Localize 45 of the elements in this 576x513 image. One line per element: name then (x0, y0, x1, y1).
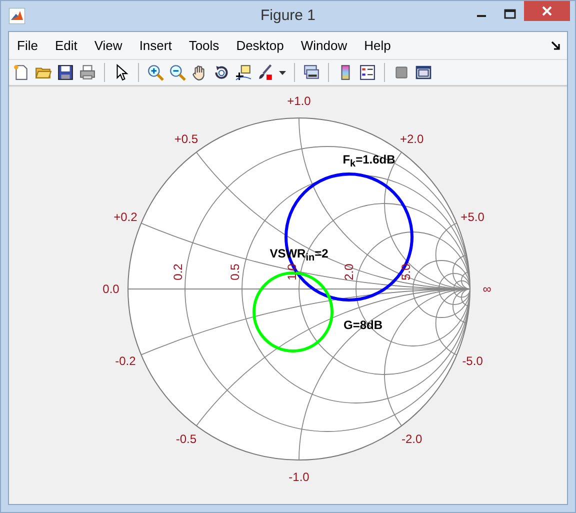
menu-item[interactable]: Help (364, 38, 391, 53)
circle-label: F$_{k}$=1.6dB (342, 152, 396, 170)
brush-icon[interactable] (257, 64, 274, 81)
save-icon[interactable] (57, 64, 74, 81)
legend-icon[interactable] (359, 64, 376, 81)
window-icon[interactable] (415, 64, 432, 81)
resistance-label: 5.0 (399, 264, 413, 280)
circle-label: G=8dB (344, 318, 382, 332)
menu-item[interactable]: Window (300, 38, 348, 53)
menu-item[interactable]: Tools (188, 38, 220, 53)
menu-item[interactable]: Edit (54, 38, 78, 53)
reactance-label: +0.2 (114, 210, 138, 224)
reactance-label: +1.0 (287, 94, 311, 108)
window-title: Figure 1 (260, 7, 316, 24)
reactance-label: -2.0 (401, 432, 422, 446)
data-cursor-icon[interactable] (235, 64, 252, 81)
menu-item[interactable]: View (94, 38, 122, 53)
new-file-icon[interactable] (13, 64, 30, 81)
reactance-label: +5.0 (460, 210, 484, 224)
resistance-label: 2.0 (342, 264, 356, 280)
close-icon (541, 5, 553, 17)
close-button[interactable] (524, 1, 570, 21)
menu-item[interactable]: Desktop (236, 38, 284, 53)
reactance-label: -5.0 (462, 354, 483, 368)
zoom-out-icon[interactable] (169, 64, 186, 81)
zoom-in-icon[interactable] (147, 64, 164, 81)
rotate-icon[interactable] (213, 64, 230, 81)
printer-icon[interactable] (79, 64, 96, 81)
resistance-label: 0.2 (171, 264, 185, 280)
reactance-label: -0.2 (115, 354, 136, 368)
reactance-label: +2.0 (400, 132, 424, 146)
resistance-label: 0.5 (228, 264, 242, 280)
reactance-label: 0.0 (102, 282, 120, 296)
dock-arrow-icon[interactable] (551, 40, 561, 50)
reactance-label: +0.5 (174, 132, 198, 146)
caret-icon[interactable] (279, 70, 286, 74)
menu-item[interactable]: Insert (139, 38, 172, 53)
square-icon[interactable] (393, 64, 410, 81)
reactance-label: -0.5 (176, 432, 197, 446)
reactance-label: ∞ (482, 282, 492, 296)
menu-item[interactable]: File (17, 38, 38, 53)
reactance-label: -1.0 (288, 470, 310, 484)
resistance-label: 1.0 (285, 264, 299, 280)
link-icon[interactable] (303, 64, 320, 81)
app-icon (9, 8, 25, 24)
